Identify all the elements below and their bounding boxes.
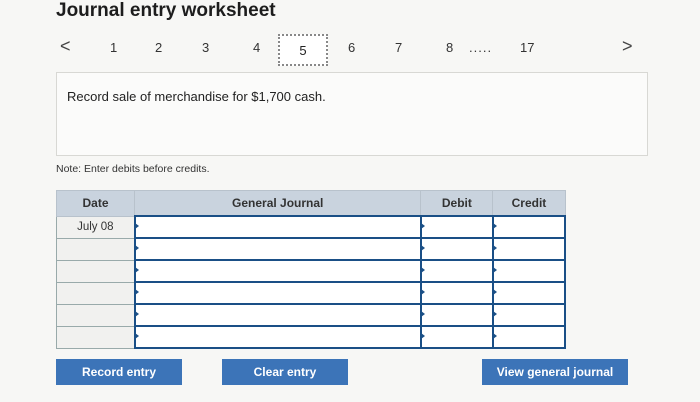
page-2-link[interactable]: 2: [155, 40, 162, 55]
credit-input[interactable]: [491, 259, 567, 283]
debit-input[interactable]: [419, 303, 494, 327]
page-ellipsis: .....: [469, 40, 493, 55]
table-row: July 08: [55, 215, 567, 239]
credit-input[interactable]: [491, 281, 567, 305]
credit-header: Credit: [492, 190, 566, 217]
date-cell: [55, 281, 136, 305]
prev-arrow-icon[interactable]: <: [60, 36, 71, 57]
account-input[interactable]: [133, 303, 422, 327]
journal-table: Date General Journal Debit Credit July 0…: [55, 190, 567, 349]
record-entry-button[interactable]: Record entry: [56, 359, 182, 385]
page-3-link[interactable]: 3: [202, 40, 209, 55]
page-title: Journal entry worksheet: [56, 0, 276, 21]
account-input[interactable]: [133, 281, 422, 305]
page-5-current[interactable]: 5: [278, 34, 328, 66]
debit-input[interactable]: [419, 325, 494, 349]
table-row: [55, 325, 567, 349]
debit-input[interactable]: [419, 215, 494, 239]
credit-input[interactable]: [491, 215, 567, 239]
page-7-link[interactable]: 7: [395, 40, 402, 55]
credit-input[interactable]: [491, 325, 567, 349]
debit-header: Debit: [420, 190, 494, 217]
pagination: < 1 2 3 4 5 6 7 8 ..... 17 >: [56, 34, 636, 66]
account-input[interactable]: [133, 237, 422, 261]
account-input[interactable]: [133, 215, 422, 239]
view-general-journal-button[interactable]: View general journal: [482, 359, 628, 385]
date-cell: July 08: [55, 215, 136, 239]
debit-input[interactable]: [419, 237, 494, 261]
note-text: Note: Enter debits before credits.: [56, 163, 210, 175]
next-arrow-icon[interactable]: >: [622, 36, 633, 57]
page-17-link[interactable]: 17: [520, 40, 534, 55]
date-cell: [55, 237, 136, 261]
clear-entry-button[interactable]: Clear entry: [222, 359, 348, 385]
date-header: Date: [55, 190, 136, 217]
page-1-link[interactable]: 1: [110, 40, 117, 55]
instruction-text: Record sale of merchandise for $1,700 ca…: [67, 89, 326, 104]
table-row: [55, 237, 567, 261]
debit-input[interactable]: [419, 259, 494, 283]
account-input[interactable]: [133, 325, 422, 349]
page-8-link[interactable]: 8: [446, 40, 453, 55]
table-row: [55, 281, 567, 305]
page-4-link[interactable]: 4: [253, 40, 260, 55]
credit-input[interactable]: [491, 303, 567, 327]
debit-input[interactable]: [419, 281, 494, 305]
journal-header-row: Date General Journal Debit Credit: [55, 190, 566, 217]
date-cell: [55, 325, 136, 349]
date-cell: [55, 259, 136, 283]
page-6-link[interactable]: 6: [348, 40, 355, 55]
general-journal-header: General Journal: [134, 190, 422, 217]
instruction-box: Record sale of merchandise for $1,700 ca…: [56, 72, 648, 156]
account-input[interactable]: [133, 259, 422, 283]
table-row: [55, 303, 567, 327]
table-row: [55, 259, 567, 283]
credit-input[interactable]: [491, 237, 567, 261]
date-cell: [55, 303, 136, 327]
